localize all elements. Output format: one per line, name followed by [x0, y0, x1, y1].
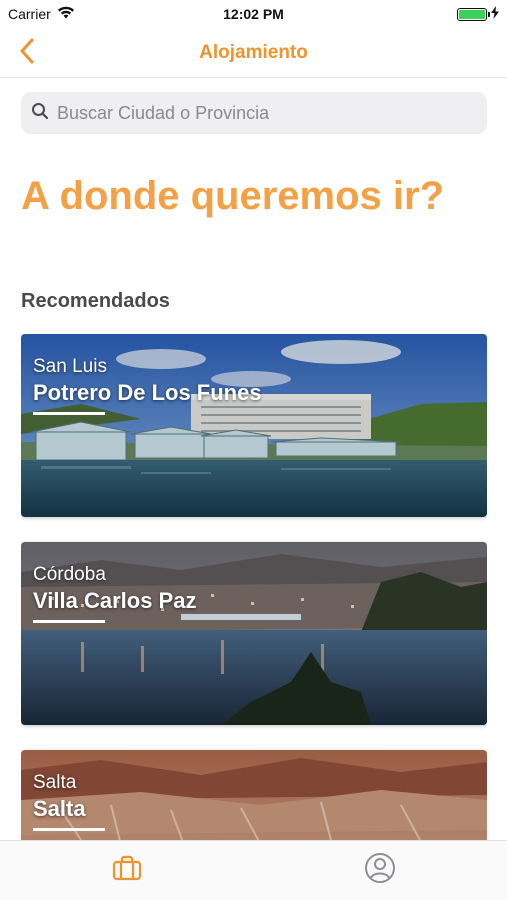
- card-underline: [33, 620, 105, 623]
- navigation-bar: Alojamiento: [0, 28, 507, 78]
- card-text: San Luis Potrero De Los Funes: [33, 356, 262, 415]
- tab-accommodation[interactable]: [0, 841, 254, 900]
- card-province: San Luis: [33, 356, 107, 377]
- tab-profile[interactable]: [254, 841, 507, 900]
- battery-icon: [457, 7, 490, 21]
- carrier-label: Carrier: [8, 6, 51, 22]
- card-province: Córdoba: [33, 564, 106, 585]
- card-text: Salta Salta: [33, 772, 105, 831]
- search-input[interactable]: [57, 102, 477, 124]
- card-city: Salta: [33, 796, 86, 821]
- card-province: Salta: [33, 772, 77, 793]
- destination-card[interactable]: Salta Salta: [21, 750, 487, 840]
- status-bar: Carrier 12:02 PM: [0, 0, 507, 28]
- recommended-list: San Luis Potrero De Los Funes Córdoba Vi…: [21, 334, 487, 840]
- card-underline: [33, 828, 105, 831]
- back-button[interactable]: [10, 36, 44, 70]
- headline: A donde queremos ir?: [21, 174, 445, 218]
- card-underline: [33, 412, 105, 415]
- card-text: Córdoba Villa Carlos Paz: [33, 564, 196, 623]
- tab-bar: [0, 840, 507, 900]
- battery-fill: [459, 9, 485, 19]
- user-icon: [364, 852, 396, 889]
- card-city: Villa Carlos Paz: [33, 588, 197, 613]
- search-bar[interactable]: [21, 92, 487, 134]
- chevron-left-icon: [19, 38, 35, 69]
- section-title: Recomendados: [21, 290, 170, 312]
- briefcase-icon: [112, 855, 142, 886]
- search-icon: [31, 102, 49, 125]
- destination-card[interactable]: Córdoba Villa Carlos Paz: [21, 542, 487, 725]
- status-left: Carrier: [8, 6, 75, 22]
- card-city: Potrero De Los Funes: [33, 380, 262, 405]
- wifi-icon: [57, 6, 75, 22]
- charging-bolt-icon: [491, 6, 499, 22]
- status-time: 12:02 PM: [223, 6, 284, 22]
- destination-card[interactable]: San Luis Potrero De Los Funes: [21, 334, 487, 517]
- status-right: [457, 6, 499, 22]
- page-title: Alojamiento: [199, 41, 308, 63]
